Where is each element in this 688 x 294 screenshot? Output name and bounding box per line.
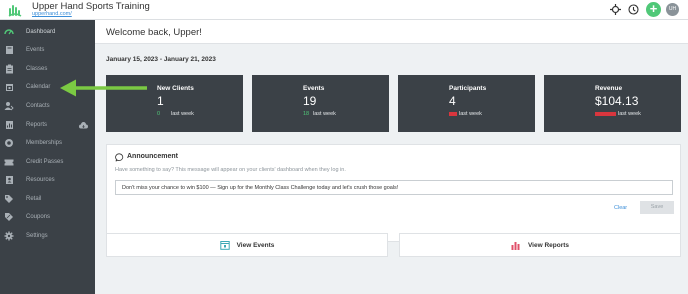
stat-value: 1 bbox=[157, 94, 164, 108]
stat-delta: 0 bbox=[157, 111, 161, 117]
clear-button[interactable]: Clear bbox=[614, 205, 627, 211]
dashboard-icon bbox=[4, 27, 14, 37]
sidebar-item-label: Credit Passes bbox=[26, 159, 64, 165]
calendar-icon bbox=[4, 82, 14, 92]
sidebar-item-memberships[interactable]: Memberships bbox=[0, 135, 95, 151]
bar-chart-icon bbox=[511, 241, 520, 250]
avatar[interactable]: UH bbox=[666, 3, 679, 16]
stat-title: Events bbox=[303, 85, 325, 92]
announcement-input[interactable] bbox=[115, 180, 673, 195]
view-events-button[interactable]: View Events bbox=[106, 233, 388, 257]
announcement-hint: Have something to say? This message will… bbox=[115, 167, 346, 173]
upper-hand-logo-icon[interactable] bbox=[7, 2, 23, 18]
page-title: Welcome back, Upper! bbox=[106, 27, 202, 38]
announcement-title: Announcement bbox=[127, 153, 178, 160]
stat-delta-redacted bbox=[595, 112, 616, 116]
speech-bubble-icon bbox=[115, 153, 124, 162]
business-url-link[interactable]: upperhand.com/ bbox=[32, 11, 72, 17]
sidebar-item-label: Calendar bbox=[26, 84, 51, 90]
stat-title: New Clients bbox=[157, 85, 194, 92]
sidebar: Dashboard Events Classes Calendar Contac… bbox=[0, 20, 95, 294]
stat-value: 19 bbox=[303, 94, 317, 108]
add-button[interactable]: + bbox=[646, 2, 661, 17]
sidebar-item-label: Reports bbox=[26, 122, 48, 128]
gear-icon bbox=[4, 231, 14, 241]
sidebar-item-dashboard[interactable]: Dashboard bbox=[0, 24, 95, 40]
sidebar-item-resources[interactable]: Resources bbox=[0, 172, 95, 188]
sidebar-item-label: Resources bbox=[26, 177, 55, 183]
view-events-label: View Events bbox=[236, 241, 275, 249]
stat-sub: last week bbox=[171, 111, 194, 117]
view-reports-label: View Reports bbox=[527, 241, 570, 249]
sidebar-item-label: Settings bbox=[26, 233, 48, 239]
stat-card-participants[interactable]: Participants 4 last week bbox=[398, 75, 535, 132]
stat-sub: last week bbox=[459, 111, 482, 117]
sidebar-item-settings[interactable]: Settings bbox=[0, 228, 95, 244]
clipboard-icon bbox=[4, 64, 14, 74]
crosshair-icon[interactable] bbox=[609, 3, 622, 16]
stat-title: Participants bbox=[449, 85, 487, 92]
cloud-download-icon[interactable] bbox=[79, 121, 88, 129]
ticket-icon bbox=[4, 157, 14, 167]
sidebar-item-credit-passes[interactable]: Credit Passes bbox=[0, 154, 95, 170]
main-content: Welcome back, Upper! January 15, 2023 - … bbox=[95, 20, 688, 294]
sidebar-item-reports[interactable]: Reports bbox=[0, 117, 95, 133]
sidebar-item-label: Contacts bbox=[26, 103, 50, 109]
top-bar: Upper Hand Sports Training upperhand.com… bbox=[0, 0, 688, 20]
book-icon bbox=[4, 45, 14, 55]
membership-icon bbox=[4, 138, 14, 148]
sidebar-item-label: Events bbox=[26, 47, 45, 53]
resources-icon bbox=[4, 175, 14, 185]
sidebar-item-retail[interactable]: Retail bbox=[0, 191, 95, 207]
sidebar-item-contacts[interactable]: Contacts bbox=[0, 98, 95, 114]
sidebar-item-label: Retail bbox=[26, 196, 42, 202]
coupon-icon bbox=[4, 212, 14, 222]
reports-icon bbox=[4, 120, 14, 130]
stat-title: Revenue bbox=[595, 85, 623, 92]
plus-icon: + bbox=[649, 1, 658, 16]
sidebar-item-label: Coupons bbox=[26, 214, 51, 220]
stat-value: 4 bbox=[449, 94, 456, 108]
stat-sub: last week bbox=[313, 111, 336, 117]
stat-sub: last week bbox=[618, 111, 641, 117]
tag-icon bbox=[4, 194, 14, 204]
welcome-bar: Welcome back, Upper! bbox=[95, 20, 688, 44]
stat-delta-redacted bbox=[449, 112, 457, 116]
clock-icon[interactable] bbox=[627, 3, 640, 16]
sidebar-item-coupons[interactable]: Coupons bbox=[0, 209, 95, 225]
stat-delta: 18 bbox=[303, 111, 310, 117]
calendar-icon bbox=[219, 241, 230, 250]
view-reports-button[interactable]: View Reports bbox=[399, 233, 681, 257]
save-button[interactable]: Save bbox=[640, 201, 674, 214]
sidebar-item-events[interactable]: Events bbox=[0, 42, 95, 58]
date-range: January 15, 2023 - January 21, 2023 bbox=[106, 56, 216, 63]
sidebar-item-label: Dashboard bbox=[26, 29, 56, 35]
stat-value: $104.13 bbox=[595, 94, 639, 108]
announcement-panel: Announcement Have something to say? This… bbox=[106, 144, 681, 242]
contacts-icon bbox=[4, 101, 14, 111]
stat-card-revenue[interactable]: Revenue $104.13 last week bbox=[544, 75, 681, 132]
stat-card-events[interactable]: Events 19 18 last week bbox=[252, 75, 389, 132]
arrow-annotation-icon bbox=[60, 79, 147, 97]
sidebar-item-classes[interactable]: Classes bbox=[0, 61, 95, 77]
sidebar-item-label: Classes bbox=[26, 66, 48, 72]
sidebar-item-label: Memberships bbox=[26, 140, 63, 146]
